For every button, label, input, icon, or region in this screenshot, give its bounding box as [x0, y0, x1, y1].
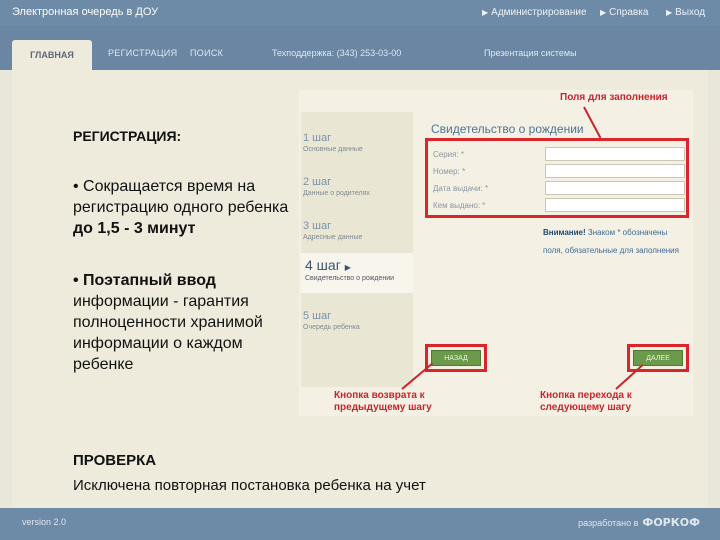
- step-3-desc: Адресные данные: [303, 234, 363, 241]
- arrow-right-icon: ▶: [344, 263, 351, 272]
- bullet-stepwise-bold: • Поэтапный ввод: [73, 272, 216, 289]
- step-2[interactable]: 2 шаг Данные о родителях: [303, 176, 411, 197]
- tab-main[interactable]: ГЛАВНАЯ: [12, 40, 92, 70]
- next-note-line1: Кнопка перехода к: [540, 390, 632, 401]
- step-2-desc: Данные о родителях: [303, 190, 370, 197]
- next-note-line2: следующему шагу: [540, 402, 632, 413]
- field-label-series: Серия: *: [433, 150, 465, 159]
- step-3[interactable]: 3 шаг Адресные данные: [303, 220, 411, 241]
- step-5-number: 5 шаг: [303, 310, 332, 322]
- bullet-time-text: • Сокращается время на регистрацию одног…: [73, 178, 289, 216]
- required-fields-note: Внимание! Знаком * обозначены поля, обяз…: [543, 224, 683, 260]
- check-heading: ПРОВЕРКА: [73, 452, 157, 469]
- step-5[interactable]: 5 шаг Очередь ребенка: [303, 310, 411, 331]
- field-label-issued-by: Кем выдано: *: [433, 201, 486, 210]
- back-button[interactable]: НАЗАД: [431, 350, 481, 366]
- arrow-right-icon: ▶: [600, 8, 607, 17]
- step-4-desc: Свидетельство о рождении: [305, 275, 395, 282]
- arrow-right-icon: ▶: [482, 8, 489, 17]
- developer-credit: разработано в ФОРКОФ: [578, 516, 700, 529]
- step-3-number: 3 шаг: [303, 220, 332, 232]
- bullet-stepwise-text: информации - гарантия полноценности хран…: [73, 293, 263, 373]
- step-1-number: 1 шаг: [303, 132, 332, 144]
- registration-heading: РЕГИСТРАЦИЯ:: [73, 128, 182, 144]
- step-4-number-text: 4 шаг: [305, 257, 341, 273]
- arrow-right-icon: ▶: [666, 8, 673, 17]
- number-input[interactable]: [545, 164, 685, 178]
- admin-link[interactable]: ▶ Администрирование: [482, 7, 587, 18]
- logout-link[interactable]: ▶ Выход: [666, 7, 705, 18]
- back-note-line2: предыдущему шагу: [334, 402, 432, 413]
- issue-date-input[interactable]: [545, 181, 685, 195]
- check-description: Исключена повторная постановка ребенка н…: [73, 477, 426, 494]
- step-1-desc: Основные данные: [303, 146, 363, 153]
- step-4-number: 4 шаг ▶: [305, 257, 413, 273]
- tab-search[interactable]: ПОИСК: [190, 48, 223, 58]
- fields-note: Поля для заполнения: [560, 92, 668, 103]
- back-note: Кнопка возврата к предыдущему шагу: [334, 390, 432, 414]
- logout-link-label[interactable]: Выход: [675, 7, 705, 18]
- app-title: Электронная очередь в ДОУ: [12, 6, 159, 18]
- bullet-stepwise: • Поэтапный ввод информации - гарантия п…: [73, 270, 298, 375]
- main-nav: ГЛАВНАЯ РЕГИСТРАЦИЯ ПОИСК Техподдержка: …: [0, 26, 720, 70]
- field-label-number: Номер: *: [433, 167, 466, 176]
- issued-by-input[interactable]: [545, 198, 685, 212]
- admin-link-label[interactable]: Администрирование: [491, 7, 586, 18]
- help-link[interactable]: ▶ Справка: [600, 7, 648, 18]
- next-note: Кнопка перехода к следующему шагу: [540, 390, 632, 414]
- form-screenshot: 1 шаг Основные данные 2 шаг Данные о родит…: [299, 90, 693, 416]
- warning-label: Внимание!: [543, 228, 586, 237]
- presentation-link[interactable]: Презентация системы: [484, 48, 577, 58]
- footer: version 2.0 разработано в ФОРКОФ: [0, 508, 720, 540]
- top-bar: Электронная очередь в ДОУ ▶ Администриров…: [0, 0, 720, 26]
- next-button[interactable]: ДАЛЕЕ: [633, 350, 683, 366]
- bullet-time-bold: до 1,5 - 3 минут: [73, 220, 196, 237]
- back-note-line1: Кнопка возврата к: [334, 390, 425, 401]
- steps-sidebar: [301, 112, 413, 387]
- developer-text: разработано в: [578, 518, 639, 528]
- step-2-number: 2 шаг: [303, 176, 332, 188]
- field-label-issue-date: Дата выдачи: *: [433, 184, 489, 193]
- form-title: Свидетельство о рождении: [431, 122, 584, 136]
- series-input[interactable]: [545, 147, 685, 161]
- support-phone: Техподдержка: (343) 253-03-00: [272, 48, 402, 58]
- tab-registration[interactable]: РЕГИСТРАЦИЯ: [108, 48, 177, 58]
- step-1[interactable]: 1 шаг Основные данные: [303, 132, 411, 153]
- step-5-desc: Очередь ребенка: [303, 324, 360, 331]
- step-4: 4 шаг ▶ Свидетельство о рождении: [305, 257, 413, 282]
- step-4-active[interactable]: 4 шаг ▶ Свидетельство о рождении: [301, 253, 413, 293]
- developer-logo: ФОРКОФ: [642, 516, 700, 529]
- bullet-time: • Сокращается время на регистрацию одног…: [73, 176, 298, 239]
- help-link-label[interactable]: Справка: [609, 7, 648, 18]
- version-label: version 2.0: [22, 517, 67, 527]
